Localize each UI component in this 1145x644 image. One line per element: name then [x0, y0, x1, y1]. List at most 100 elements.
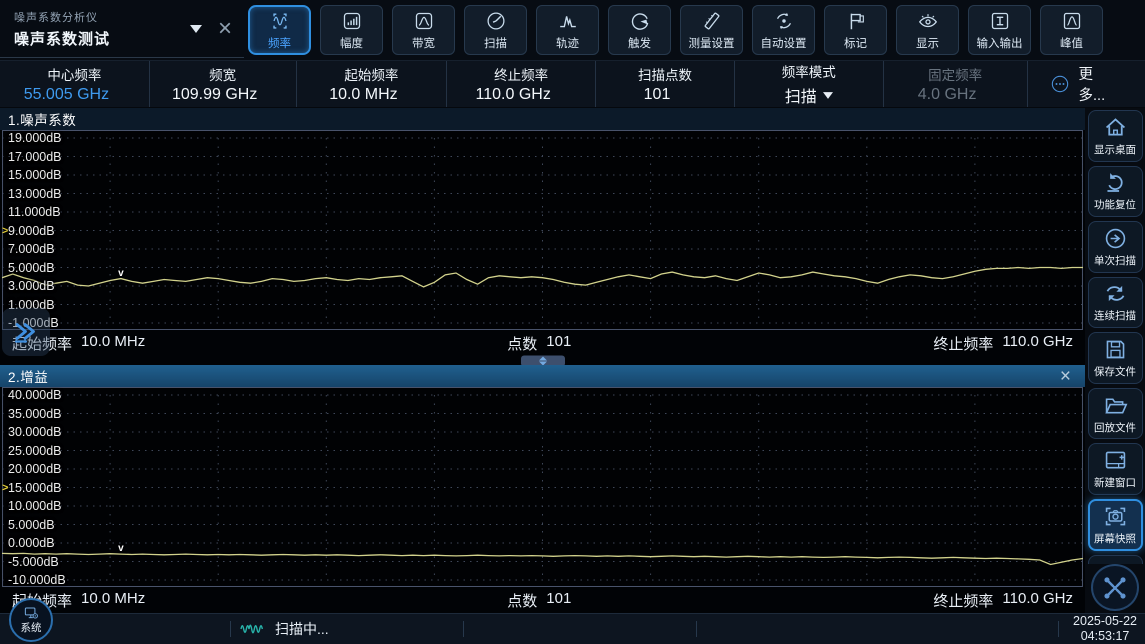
y-axis-tick-label: 7.000dB: [8, 242, 55, 256]
chart-canvas: [2, 130, 1083, 330]
toolbar-button-peak[interactable]: 峰值: [1040, 5, 1103, 55]
toolbar-button-marker[interactable]: 标记: [824, 5, 887, 55]
toolbar-button-frequency[interactable]: 频率: [248, 5, 311, 55]
sweep-activity-icon: [238, 621, 268, 637]
points-value: 101: [546, 590, 571, 611]
ellipsis-circle-icon: [1050, 74, 1070, 94]
chart-header[interactable]: 2.增益 ×: [0, 365, 1085, 387]
date-text: 2025-05-22: [1073, 614, 1137, 629]
trigger-icon: [629, 10, 651, 32]
y-axis-tick-label: 15.000dB: [8, 168, 62, 182]
toolbar-button-amplitude[interactable]: 幅度: [320, 5, 383, 55]
measurement-selector[interactable]: 噪声系数分析仪 噪声系数测试 ×: [0, 2, 244, 58]
statusbar-divider: [463, 621, 464, 637]
marker-flag-icon: [845, 10, 867, 32]
sidebar-button-show-desktop[interactable]: 显示桌面: [1088, 110, 1143, 162]
chart-close-button[interactable]: ×: [1056, 367, 1075, 386]
expand-menu-button[interactable]: [2, 308, 50, 356]
param-field-sweep-points[interactable]: 扫描点数 101: [595, 61, 734, 107]
stop-frequency-label: 终止频率: [933, 590, 993, 611]
sweep-clock-icon: [485, 10, 507, 32]
toolbar-button-display[interactable]: 显示: [896, 5, 959, 55]
sidebar-button-single-sweep[interactable]: 单次扫描: [1088, 221, 1143, 273]
toolbar-button-sweep[interactable]: 扫描: [464, 5, 527, 55]
chart-splitter: [0, 356, 1085, 365]
reset-icon: [1103, 170, 1128, 195]
y-axis-tick-label: 13.000dB: [8, 187, 62, 201]
param-field-start-frequency[interactable]: 起始频率 10.0 MHz: [296, 61, 447, 107]
toolbar-button-auto-setup[interactable]: 自动设置: [752, 5, 815, 55]
y-axis-tick-label: 15.000dB: [8, 481, 62, 495]
system-button-label: 系统: [21, 620, 42, 635]
chart-plot: > v 40.000dB35.000dB30.000dB25.000dB20.0…: [2, 387, 1083, 587]
close-measurement-button[interactable]: ×: [212, 17, 244, 41]
chart-title: 2.增益: [8, 366, 48, 386]
param-field-stop-frequency[interactable]: 终止频率 110.0 GHz: [446, 61, 595, 107]
y-axis-tick-label: 5.000dB: [8, 518, 55, 532]
y-axis-tick-label: 40.000dB: [8, 388, 62, 402]
y-axis-tick-label: 19.000dB: [8, 131, 62, 145]
statusbar-divider: [1058, 621, 1059, 637]
amplitude-bars-icon: [341, 10, 363, 32]
points-label: 点数: [507, 333, 537, 354]
status-bar: 系统 扫描中... 2025-05-22 04:53:17: [0, 613, 1145, 644]
sidebar-button-function-reset[interactable]: 功能复位: [1088, 166, 1143, 218]
sidebar-button-screenshot[interactable]: 屏幕快照: [1088, 499, 1143, 551]
chart-title: 1.噪声系数: [8, 109, 76, 129]
open-folder-icon: [1103, 393, 1128, 418]
continuous-sweep-icon: [1103, 281, 1128, 306]
param-field-fixed-frequency[interactable]: 固定频率 4.0 GHz: [883, 61, 1027, 107]
sidebar-button-replay-file[interactable]: 回放文件: [1088, 388, 1143, 440]
new-window-icon: [1103, 448, 1128, 473]
y-axis-tick-label: 20.000dB: [8, 462, 62, 476]
right-sidebar: 显示桌面 功能复位 单次扫描 连续扫描 保存文件 回放文件 新建窗口 屏幕快照: [1085, 108, 1145, 613]
chart-panel-noise-figure: 1.噪声系数 > v 19.000dB17.000dB15.000dB13.00…: [0, 108, 1085, 356]
main-area: 1.噪声系数 > v 19.000dB17.000dB15.000dB13.00…: [0, 108, 1145, 613]
y-axis-tick-label: 3.000dB: [8, 279, 55, 293]
more-button[interactable]: 更多...: [1027, 61, 1145, 107]
time-text: 04:53:17: [1073, 629, 1137, 644]
charts-area: 1.噪声系数 > v 19.000dB17.000dB15.000dB13.00…: [0, 108, 1085, 613]
trace-gain: [2, 553, 1083, 564]
sidebar-button-continuous-sweep[interactable]: 连续扫描: [1088, 277, 1143, 329]
y-axis-tick-label: 35.000dB: [8, 407, 62, 421]
chevron-down-icon[interactable]: [190, 25, 202, 33]
chart-plot: > v 19.000dB17.000dB15.000dB13.000dB11.0…: [2, 130, 1083, 330]
y-axis-tick-label: -10.000dB: [8, 573, 66, 587]
y-axis-tick-label: 10.000dB: [8, 499, 62, 513]
sweep-status-text: 扫描中...: [275, 619, 329, 639]
toolbar-button-trigger[interactable]: 触发: [608, 5, 671, 55]
stop-frequency-value: 110.0 GHz: [1002, 590, 1073, 611]
stop-frequency-label: 终止频率: [933, 333, 993, 354]
parameter-bar: 中心频率 55.005 GHz 频宽 109.99 GHz 起始频率 10.0 …: [0, 60, 1145, 108]
nav-cluster-button[interactable]: [1091, 564, 1139, 611]
sidebar-item-partial[interactable]: [1088, 555, 1143, 565]
points-label: 点数: [507, 590, 537, 611]
toolbar-button-input-output[interactable]: 输入输出: [968, 5, 1031, 55]
sidebar-button-save-file[interactable]: 保存文件: [1088, 332, 1143, 384]
trace-marker: v: [118, 543, 124, 554]
param-field-frequency-mode[interactable]: 频率模式 扫描: [734, 61, 883, 107]
sidebar-button-new-window[interactable]: 新建窗口: [1088, 443, 1143, 495]
instrument-name: 噪声系数分析仪: [14, 9, 188, 25]
y-axis-tick-label: 30.000dB: [8, 425, 62, 439]
param-field-center-frequency[interactable]: 中心频率 55.005 GHz: [0, 61, 149, 107]
bandwidth-icon: [413, 10, 435, 32]
measure-settings-icon: [701, 10, 723, 32]
top-toolbar: 噪声系数分析仪 噪声系数测试 × 频率 幅度 带宽 扫描 轨迹 触发 测量设置 …: [0, 0, 1145, 60]
system-icon: [23, 606, 40, 621]
chevron-down-icon: [823, 92, 833, 99]
nav-cluster-icon: [1098, 571, 1132, 605]
toolbar-button-trace[interactable]: 轨迹: [536, 5, 599, 55]
system-button[interactable]: 系统: [9, 598, 53, 642]
statusbar-divider: [230, 621, 231, 637]
param-field-span[interactable]: 频宽 109.99 GHz: [149, 61, 296, 107]
trace-marker: v: [118, 268, 124, 279]
chart-footer: 起始频率10.0 MHz 点数101 终止频率110.0 GHz: [0, 330, 1085, 356]
toolbar-button-bandwidth[interactable]: 带宽: [392, 5, 455, 55]
display-eye-icon: [917, 10, 939, 32]
toolbar-button-measure-setup[interactable]: 测量设置: [680, 5, 743, 55]
noise-figure-analyzer-app: 噪声系数分析仪 噪声系数测试 × 频率 幅度 带宽 扫描 轨迹 触发 测量设置 …: [0, 0, 1145, 644]
chart-header[interactable]: 1.噪声系数: [0, 108, 1085, 130]
toolbar-button-group: 频率 幅度 带宽 扫描 轨迹 触发 测量设置 自动设置 标记 显示 输入输出 峰…: [244, 5, 1103, 55]
